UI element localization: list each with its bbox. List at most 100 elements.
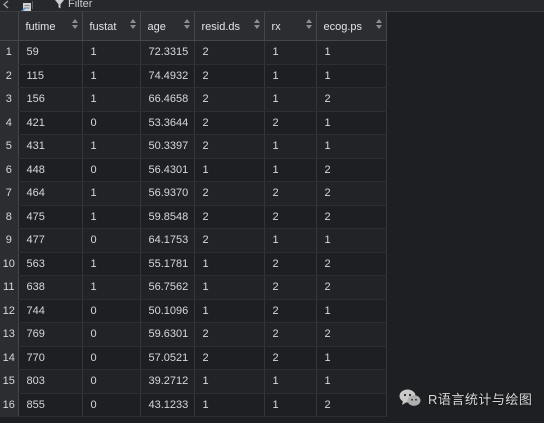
table-row[interactable]: 11 638 1 56.7562 1 2 2 [0,275,387,300]
back-arrow-icon[interactable] [2,0,12,9]
table-cell[interactable]: 0 [82,393,141,417]
column-header-futime[interactable]: futime [18,12,83,41]
table-cell[interactable]: 770 [18,346,83,370]
table-row[interactable]: 13 769 0 59.6301 2 2 2 [0,322,387,347]
table-row[interactable]: 4 421 0 53.3644 2 2 1 [0,111,387,135]
column-header-rx[interactable]: rx [264,12,317,41]
table-cell[interactable]: 1 [194,299,265,323]
table-cell[interactable]: 1 [194,158,265,182]
table-cell[interactable]: 0 [82,111,141,135]
table-cell[interactable]: 1 [194,393,265,417]
table-cell[interactable]: 638 [18,275,83,300]
table-cell[interactable]: 156 [18,87,83,112]
table-cell[interactable]: 0 [82,322,141,347]
table-cell[interactable]: 56.7562 [140,275,195,300]
table-cell[interactable]: 464 [18,181,83,206]
table-cell[interactable]: 2 [316,181,387,206]
table-cell[interactable]: 64.1753 [140,228,195,253]
table-cell[interactable]: 59 [18,40,83,65]
table-cell[interactable]: 66.4658 [140,87,195,112]
table-row[interactable]: 1 59 1 72.3315 2 1 1 [0,40,387,65]
sort-arrows-icon[interactable] [305,19,312,29]
table-cell[interactable]: 2 [316,252,387,276]
table-cell[interactable]: 448 [18,158,83,182]
table-cell[interactable]: 2 [194,346,265,370]
table-cell[interactable]: 1 [316,299,387,323]
table-cell[interactable]: 2 [194,40,265,65]
table-cell[interactable]: 2 [194,322,265,347]
table-row[interactable]: 16 855 0 43.1233 1 1 2 [0,393,387,417]
table-cell[interactable]: 1 [194,252,265,276]
table-cell[interactable]: 421 [18,111,83,135]
sort-arrows-icon[interactable] [253,19,260,29]
sort-arrows-icon[interactable] [129,19,136,29]
table-cell[interactable]: 2 [264,252,317,276]
table-cell[interactable]: 50.3397 [140,134,195,159]
column-header-fustat[interactable]: fustat [82,12,141,41]
table-cell[interactable]: 2 [316,87,387,112]
column-header-age[interactable]: age [140,12,195,41]
table-cell[interactable]: 0 [82,346,141,370]
table-cell[interactable]: 57.0521 [140,346,195,370]
table-cell[interactable]: 2 [316,275,387,300]
table-cell[interactable]: 1 [316,40,387,65]
table-cell[interactable]: 1 [264,369,317,394]
table-cell[interactable]: 1 [264,393,317,417]
table-cell[interactable]: 744 [18,299,83,323]
table-cell[interactable]: 855 [18,393,83,417]
table-cell[interactable]: 115 [18,64,83,88]
table-row[interactable]: 14 770 0 57.0521 2 2 1 [0,346,387,370]
table-row[interactable]: 15 803 0 39.2712 1 1 1 [0,369,387,394]
table-cell[interactable]: 769 [18,322,83,347]
sort-arrows-icon[interactable] [183,19,190,29]
table-cell[interactable]: 43.1233 [140,393,195,417]
table-cell[interactable]: 2 [194,64,265,88]
table-cell[interactable]: 1 [316,228,387,253]
column-header-resid-ds[interactable]: resid.ds [194,12,265,41]
table-cell[interactable]: 1 [82,134,141,159]
table-cell[interactable]: 1 [316,111,387,135]
table-cell[interactable]: 1 [82,205,141,229]
table-row[interactable]: 3 156 1 66.4658 2 1 2 [0,87,387,112]
table-cell[interactable]: 2 [194,181,265,206]
table-cell[interactable]: 1 [316,346,387,370]
table-cell[interactable]: 2 [264,322,317,347]
table-cell[interactable]: 2 [264,181,317,206]
table-cell[interactable]: 2 [194,134,265,159]
table-cell[interactable]: 1 [82,87,141,112]
sort-arrows-icon[interactable] [71,19,78,29]
table-cell[interactable]: 2 [264,346,317,370]
table-row[interactable]: 10 563 1 55.1781 1 2 2 [0,252,387,276]
table-cell[interactable]: 1 [264,228,317,253]
table-cell[interactable]: 74.4932 [140,64,195,88]
table-cell[interactable]: 55.1781 [140,252,195,276]
table-cell[interactable]: 2 [264,275,317,300]
table-cell[interactable]: 431 [18,134,83,159]
table-cell[interactable]: 0 [82,158,141,182]
table-cell[interactable]: 1 [316,369,387,394]
table-cell[interactable]: 1 [194,369,265,394]
table-cell[interactable]: 1 [264,40,317,65]
filter-button[interactable]: Filter [55,0,92,10]
table-row[interactable]: 12 744 0 50.1096 1 2 1 [0,299,387,323]
table-cell[interactable]: 2 [194,205,265,229]
table-cell[interactable]: 56.4301 [140,158,195,182]
table-cell[interactable]: 2 [264,299,317,323]
table-cell[interactable]: 1 [82,181,141,206]
table-cell[interactable]: 50.1096 [140,299,195,323]
table-cell[interactable]: 477 [18,228,83,253]
table-cell[interactable]: 59.6301 [140,322,195,347]
table-cell[interactable]: 2 [316,158,387,182]
table-cell[interactable]: 1 [316,134,387,159]
table-cell[interactable]: 1 [82,275,141,300]
table-cell[interactable]: 53.3644 [140,111,195,135]
table-cell[interactable]: 563 [18,252,83,276]
table-cell[interactable]: 1 [264,134,317,159]
sort-arrows-icon[interactable] [375,19,382,29]
table-cell[interactable]: 72.3315 [140,40,195,65]
document-icon[interactable] [20,0,31,11]
table-cell[interactable]: 2 [264,111,317,135]
table-cell[interactable]: 2 [264,205,317,229]
table-cell[interactable]: 1 [264,64,317,88]
table-row[interactable]: 8 475 1 59.8548 2 2 2 [0,205,387,229]
